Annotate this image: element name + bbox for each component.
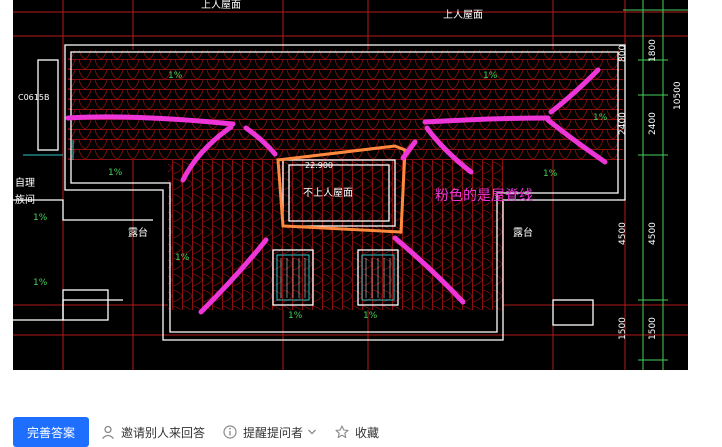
label-left-room-2: 族间 (15, 193, 35, 206)
favorite-link[interactable]: 收藏 (335, 424, 379, 441)
favorite-label: 收藏 (355, 425, 380, 440)
dim-3: 2400 (618, 112, 628, 135)
label-right-wing: 露台 (513, 226, 533, 239)
slope-mid-right: 1% (543, 169, 558, 179)
dim-6: 4500 (648, 222, 658, 245)
label-center-room: 不上人屋面 (303, 187, 353, 199)
slope-far-left-1: 1% (33, 213, 48, 223)
answer-action-bar: 完善答案 邀请别人来回答 提醒提问者 收藏 (13, 417, 713, 447)
dim-5: 4500 (618, 222, 628, 245)
invite-label: 邀请别人来回答 (121, 425, 206, 440)
invite-answer-link[interactable]: 邀请别人来回答 (101, 424, 205, 441)
improve-answer-button[interactable]: 完善答案 (13, 417, 90, 447)
slope-bottom-left: 1% (288, 311, 303, 321)
slope-bottom-right: 1% (363, 311, 378, 321)
dim-4: 2400 (648, 112, 658, 135)
label-window-tag: C0615B (18, 93, 49, 102)
slope-side-left: 1% (175, 253, 190, 263)
cad-drawing-image: 上人屋面 上人屋面 不上人屋面 22.900 露台 露台 自理 族间 C0615… (13, 0, 688, 370)
slope-top-left: 1% (168, 71, 183, 81)
label-left-room-1: 自理 (15, 176, 35, 189)
dim-2: 1800 (648, 39, 658, 62)
remind-label: 提醒提问者 (243, 425, 304, 440)
slope-far-left-2: 1% (33, 278, 48, 288)
dim-total: 10500 (673, 81, 683, 110)
ridge-annotation: 粉色的是屋脊线 (435, 187, 533, 204)
dim-1: 800 (618, 45, 628, 62)
remind-asker-dropdown[interactable]: 提醒提问者 (223, 424, 317, 441)
label-top-right: 上人屋面 (443, 9, 483, 21)
slope-top-right: 1% (483, 71, 498, 81)
slope-mid-left: 1% (108, 168, 123, 178)
slope-side-right: 1% (593, 113, 608, 123)
label-top-left: 上人屋面 (201, 0, 241, 11)
label-elevation: 22.900 (305, 161, 333, 170)
dim-7: 1500 (618, 317, 628, 340)
dim-8: 1500 (648, 317, 658, 340)
label-left-wing: 露台 (128, 226, 148, 239)
